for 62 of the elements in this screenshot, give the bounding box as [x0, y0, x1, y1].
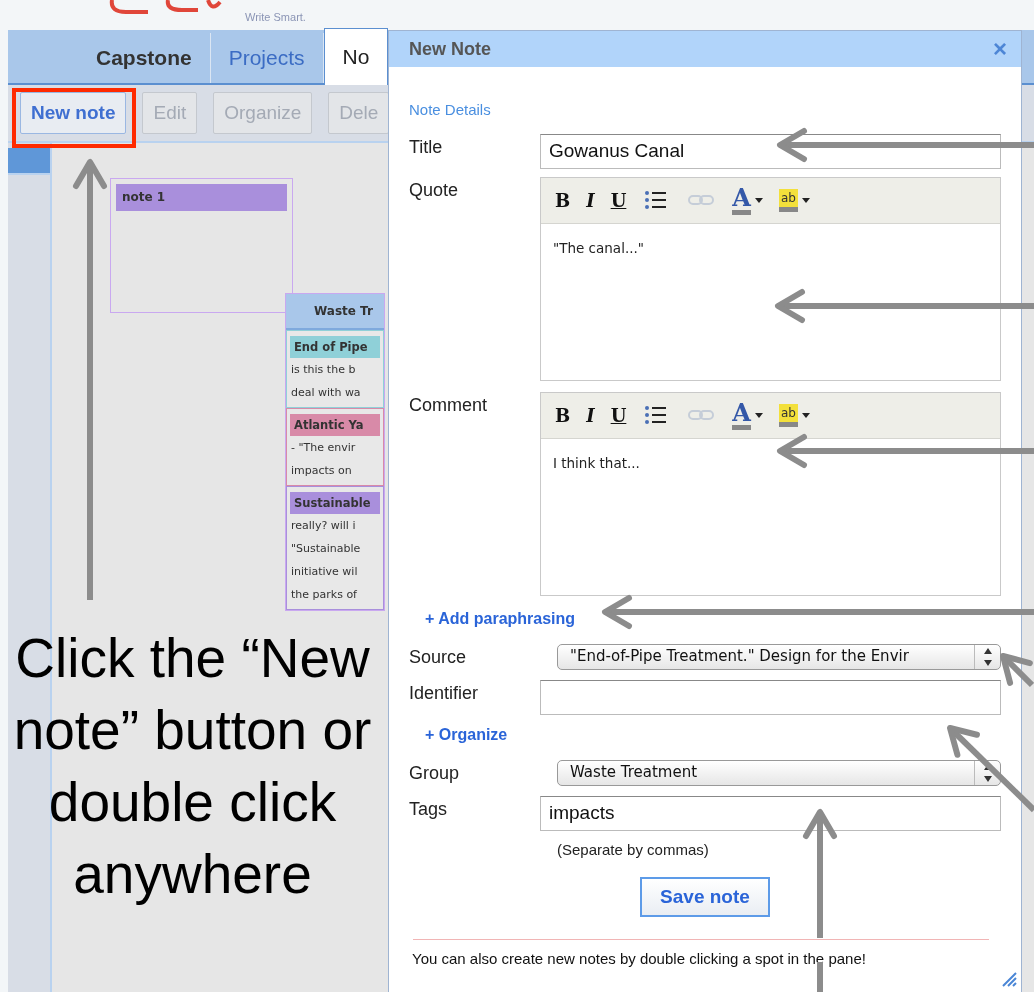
tab[interactable]: No: [323, 28, 389, 85]
expand-link[interactable]: + Add paraphrasing: [409, 609, 576, 627]
note-text: impacts on: [290, 463, 353, 480]
field-label: Identifier: [409, 681, 480, 705]
field-label: Group: [409, 761, 461, 785]
section-heading: Note Details: [409, 100, 492, 120]
input-field[interactable]: [540, 679, 1001, 715]
editor-text: "The canal...": [553, 239, 644, 256]
field-label: Title: [409, 135, 444, 159]
input-field[interactable]: impacts: [540, 795, 1001, 831]
font-color-button[interactable]: A: [726, 182, 769, 218]
expand-link[interactable]: + Organize: [409, 725, 508, 743]
italic-button[interactable]: I: [580, 182, 601, 218]
caret-icon: [754, 197, 763, 203]
rich-text-editor[interactable]: B I U A ab I think that...: [540, 391, 1001, 596]
note-card[interactable]: End of Pipe is this the b deal with wa: [286, 330, 384, 409]
note-text: really? will i: [290, 518, 357, 535]
toolbar-button[interactable]: New note: [20, 92, 127, 134]
input-field[interactable]: Gowanus Canal: [540, 133, 1001, 169]
rich-text-editor[interactable]: B I U A ab "The canal...": [540, 176, 1001, 381]
note-title: End of Pipe: [290, 336, 380, 359]
note-text: - "The envir: [290, 440, 357, 457]
caret-icon: [801, 412, 810, 418]
underline-button[interactable]: U: [604, 182, 633, 218]
note-text: the parks of: [290, 587, 358, 604]
note-title: note 1: [116, 184, 287, 211]
highlight-button[interactable]: ab: [772, 397, 816, 433]
editor-text: I think that...: [553, 454, 640, 471]
field-label: Tags: [409, 797, 449, 821]
caret-icon: [754, 412, 763, 418]
bullet-list-icon[interactable]: [645, 406, 668, 424]
tab[interactable]: Capstone: [60, 33, 211, 83]
highlight-button[interactable]: ab: [772, 182, 816, 218]
save-button[interactable]: Save note: [640, 877, 770, 917]
note-text: "Sustainable: [290, 541, 362, 558]
group-title: Waste Tr: [286, 294, 384, 330]
dialog-title: New Note: [409, 37, 491, 61]
note-card[interactable]: Sustainable really? will i "Sustainable initiative wil the parks of: [286, 486, 384, 611]
field-label: Quote: [409, 178, 460, 202]
select-field[interactable]: Waste Treatment: [557, 759, 1001, 786]
italic-button[interactable]: I: [580, 397, 601, 433]
note-title: Atlantic Ya: [290, 414, 380, 437]
sidebar-item[interactable]: [8, 148, 50, 175]
caret-icon: [801, 197, 810, 203]
note-title: Sustainable: [290, 492, 380, 515]
note-text: initiative wil: [290, 564, 359, 581]
font-color-button[interactable]: A: [726, 397, 769, 433]
annotation-text: Click the “New note” button or double click anywhere: [12, 626, 373, 907]
note-text: is this the b: [290, 362, 357, 379]
field-label: Source: [409, 645, 468, 669]
logo-tagline: Write Smart.: [245, 12, 306, 23]
bullet-list-icon[interactable]: [645, 191, 668, 209]
help-text: (Separate by commas): [556, 839, 710, 860]
note-card[interactable]: note 1: [110, 178, 293, 313]
field-label: Comment: [409, 393, 489, 417]
resize-grip-icon[interactable]: [1001, 971, 1017, 987]
note-card[interactable]: Atlantic Ya - "The envir impacts on: [286, 408, 384, 487]
bold-button[interactable]: B: [549, 182, 577, 218]
bold-button[interactable]: B: [549, 397, 577, 433]
select-field[interactable]: "End-of-Pipe Treatment." Design for the Envir: [557, 643, 1001, 670]
underline-button[interactable]: U: [604, 397, 633, 433]
note-text: deal with wa: [290, 385, 362, 402]
